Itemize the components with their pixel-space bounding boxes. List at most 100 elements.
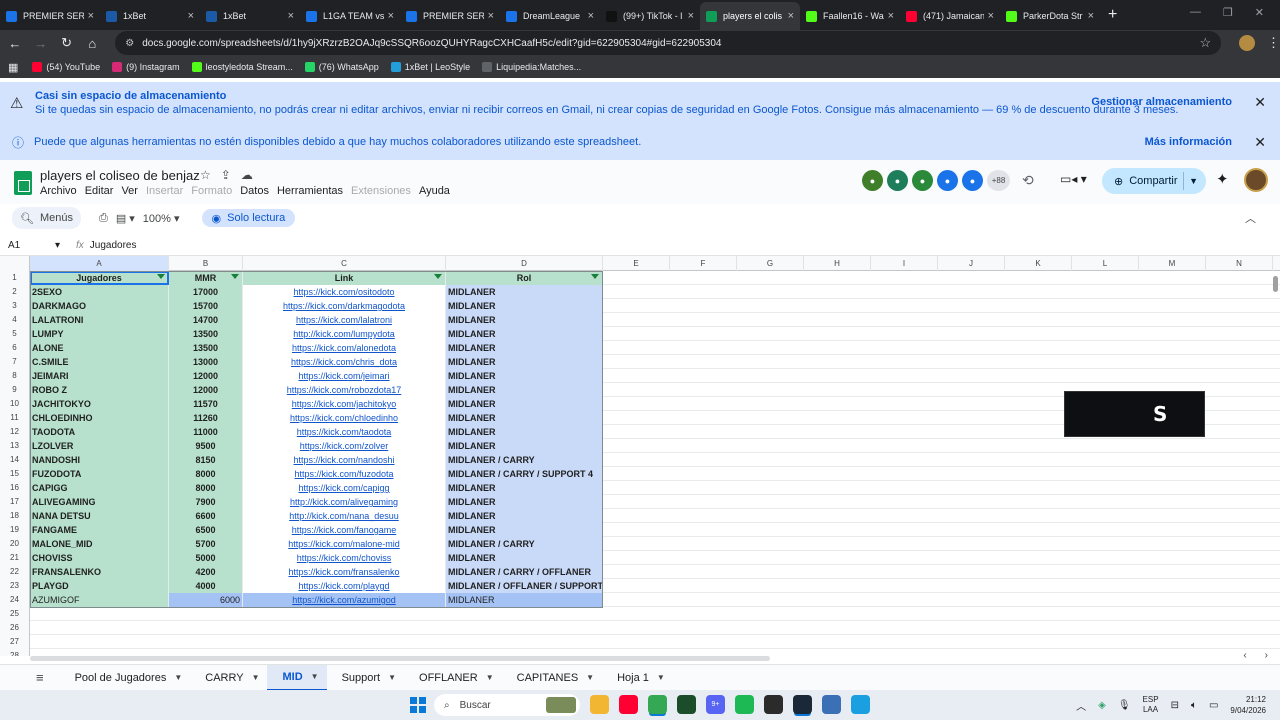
role-cell[interactable]: MIDLANER (446, 327, 603, 341)
browser-tab[interactable]: PREMIER SERIE × (0, 2, 100, 30)
vertical-scrollbar[interactable] (1273, 276, 1278, 292)
view-mode-icon[interactable]: ▤ ▾ (116, 212, 135, 225)
bookmark-item[interactable]: leostyledota Stream... (191, 62, 293, 72)
column-title-cell[interactable]: Rol (446, 271, 603, 285)
column-title-cell[interactable]: Link (243, 271, 446, 285)
column-header[interactable]: F (670, 256, 737, 271)
row-header[interactable]: 7 (0, 355, 30, 369)
bookmark-item[interactable]: Liquipedia:Matches... (482, 62, 581, 72)
browser-profile-avatar[interactable] (1239, 35, 1255, 51)
menu-item[interactable]: Editar (85, 185, 114, 197)
column-title-cell[interactable]: MMR (169, 271, 243, 285)
row-header[interactable]: 11 (0, 411, 30, 425)
close-icon[interactable]: × (1088, 10, 1094, 22)
mmr-cell[interactable]: 11570 (169, 397, 243, 411)
player-name-cell[interactable]: DARKMAGO (30, 299, 169, 313)
browser-tab[interactable]: L1GA TEAM vs × (300, 2, 400, 30)
sheet-tab[interactable]: CARRY ▼ (190, 665, 267, 691)
player-name-cell[interactable]: LZOLVER (30, 439, 169, 453)
document-title[interactable]: players el coliseo de benjaz (40, 168, 200, 183)
column-header[interactable]: N (1206, 256, 1273, 271)
mmr-cell[interactable]: 8000 (169, 481, 243, 495)
column-header[interactable]: B (169, 256, 243, 271)
role-cell[interactable]: MIDLANER (446, 411, 603, 425)
close-icon[interactable]: × (388, 10, 394, 22)
player-name-cell[interactable]: ALONE (30, 341, 169, 355)
star-icon[interactable]: ☆ (200, 168, 211, 182)
mmr-cell[interactable]: 15700 (169, 299, 243, 313)
role-cell[interactable]: MIDLANER (446, 509, 603, 523)
player-name-cell[interactable]: FRANSALENKO (30, 565, 169, 579)
chevron-down-icon[interactable]: ▼ (586, 673, 594, 682)
role-cell[interactable]: MIDLANER (446, 341, 603, 355)
maximize-icon[interactable]: ❐ (1223, 6, 1233, 19)
microphone-icon[interactable]: 🎙︎ (1118, 700, 1131, 711)
link-cell[interactable]: https://kick.com/chloedinho (243, 411, 446, 425)
chevron-up-icon[interactable]: ︿ (1076, 698, 1086, 713)
bookmark-item[interactable]: (9) Instagram (112, 62, 180, 72)
browser-tab[interactable]: PREMIER SERIE × (400, 2, 500, 30)
row-header[interactable]: 13 (0, 439, 30, 453)
chevron-down-icon[interactable]: ▼ (174, 673, 182, 682)
app-tray-icon[interactable]: ◈ (1098, 700, 1106, 711)
more-info-link[interactable]: Más información (1145, 136, 1232, 148)
close-icon[interactable]: × (788, 10, 794, 22)
row-header[interactable]: 10 (0, 397, 30, 411)
link-cell[interactable]: https://kick.com/azumigod (243, 593, 446, 607)
link-cell[interactable]: https://kick.com/ositodoto (243, 285, 446, 299)
column-header[interactable]: H (804, 256, 871, 271)
player-name-cell[interactable]: TAODOTA (30, 425, 169, 439)
link-cell[interactable]: https://kick.com/jeimari (243, 369, 446, 383)
formula-input[interactable]: Jugadores (90, 240, 137, 251)
new-tab-icon[interactable]: + (1108, 6, 1117, 24)
chevron-down-icon[interactable]: ▼ (311, 672, 319, 681)
player-name-cell[interactable]: AZUMIGOF (30, 593, 169, 607)
chevron-down-icon[interactable]: ▼ (1189, 176, 1198, 186)
role-cell[interactable]: MIDLANER / CARRY / SUPPORT 4 (446, 467, 603, 481)
mmr-cell[interactable]: 12000 (169, 369, 243, 383)
player-name-cell[interactable]: C.SMILE (30, 355, 169, 369)
row-header[interactable]: 17 (0, 495, 30, 509)
column-title-cell[interactable]: Jugadores (30, 271, 169, 285)
close-window-icon[interactable]: ✕ (1255, 6, 1264, 19)
zoom-select[interactable]: 100% ▾ (143, 212, 180, 225)
user-avatar[interactable] (1244, 168, 1268, 192)
close-icon[interactable]: × (588, 10, 594, 22)
version-history-icon[interactable]: ⟲ (1022, 172, 1034, 189)
close-icon[interactable]: ✕ (1254, 134, 1266, 151)
home-icon[interactable]: ⌂ (81, 36, 103, 51)
meet-camera-icon[interactable]: ▭◂ ▾ (1060, 172, 1087, 186)
name-box[interactable]: A1 ▾ (0, 240, 66, 251)
link-cell[interactable]: https://kick.com/fransalenko (243, 565, 446, 579)
mmr-cell[interactable]: 6000 (169, 593, 243, 607)
file-explorer-icon[interactable] (590, 695, 609, 714)
browser-tab[interactable]: Faallen16 - Wa × (800, 2, 900, 30)
taskbar-search[interactable]: ⌕ Buscar (434, 694, 580, 716)
filter-icon[interactable] (231, 274, 239, 279)
link-cell[interactable]: https://kick.com/jachitokyo (243, 397, 446, 411)
row-header[interactable]: 9 (0, 383, 30, 397)
role-cell[interactable]: MIDLANER (446, 313, 603, 327)
notepad-icon[interactable] (851, 695, 870, 714)
more-collaborators-badge[interactable]: +88 (987, 170, 1010, 191)
search-menus-button[interactable]: 🔍︎ Menús (12, 207, 81, 229)
menu-item[interactable]: Archivo (40, 185, 77, 197)
link-cell[interactable]: http://kick.com/lumpydota (243, 327, 446, 341)
cloud-status-icon[interactable]: ☁ (241, 168, 253, 182)
link-cell[interactable]: https://kick.com/malone-mid (243, 537, 446, 551)
browser-menu-icon[interactable]: ⋮ (1267, 35, 1280, 51)
role-cell[interactable]: MIDLANER (446, 285, 603, 299)
obs-icon[interactable] (764, 695, 783, 714)
sheet-tab[interactable]: Hoja 1 ▼ (602, 665, 673, 691)
forward-icon[interactable]: → (30, 36, 52, 51)
browser-tab[interactable]: (471) Jamaican × (900, 2, 1000, 30)
column-header[interactable]: D (446, 256, 603, 271)
row-header[interactable]: 8 (0, 369, 30, 383)
row-header[interactable]: 14 (0, 453, 30, 467)
manage-storage-link[interactable]: Gestionar almacenamiento (1091, 96, 1232, 108)
collapse-menus-icon[interactable]: ︿ (1245, 210, 1256, 226)
row-header[interactable]: 20 (0, 537, 30, 551)
spotify-icon[interactable] (735, 695, 754, 714)
mmr-cell[interactable]: 4200 (169, 565, 243, 579)
player-name-cell[interactable]: FUZODOTA (30, 467, 169, 481)
